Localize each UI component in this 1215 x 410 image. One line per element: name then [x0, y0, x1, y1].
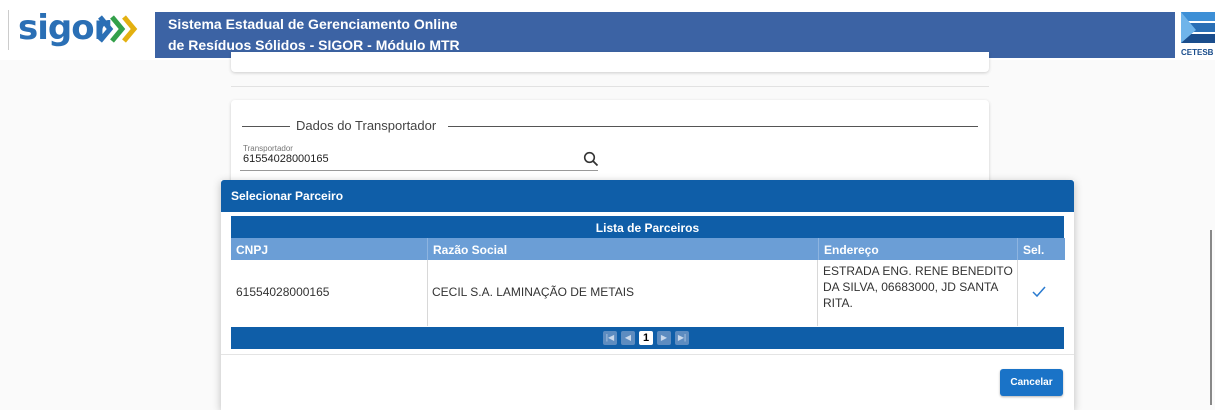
next-page-icon[interactable]: ▶ — [657, 331, 671, 345]
transportador-field-label: Transportador — [243, 144, 293, 153]
dialog-footer-divider — [221, 354, 1074, 355]
section-divider — [231, 86, 989, 87]
cell-cnpj: 61554028000165 — [231, 260, 428, 326]
cell-endereco: ESTRADA ENG. RENE BENEDITO DA SILVA, 066… — [818, 260, 1018, 326]
razao-social-value: CECIL S.A. LAMINAÇÃO DE METAIS — [432, 285, 635, 299]
logo-divider — [8, 10, 9, 50]
cell-razao-social: CECIL S.A. LAMINAÇÃO DE METAIS — [427, 260, 818, 326]
column-header-cnpj[interactable]: CNPJ — [231, 238, 427, 260]
legend-line-right — [448, 126, 978, 127]
column-header-label: Endereço — [824, 243, 879, 257]
endereco-line: DA SILVA, 06683000, JD SANTA — [823, 280, 999, 294]
partner-list-title-bar: Lista de Parceiros — [231, 216, 1064, 238]
column-header-label: CNPJ — [236, 243, 269, 257]
cancel-button[interactable]: Cancelar — [1000, 369, 1063, 396]
cetesb-logo-text: CETESB — [1181, 48, 1214, 57]
transportador-legend: Dados do Transportador — [296, 118, 437, 133]
column-header-razao-social[interactable]: Razão Social — [427, 238, 818, 260]
check-icon[interactable] — [1032, 286, 1046, 298]
scrollbar[interactable] — [1210, 230, 1212, 405]
chevrons-logo-icon — [98, 15, 138, 43]
legend-line-left — [242, 126, 290, 127]
endereco-line: RITA. — [823, 296, 853, 310]
pagination-bar: |◀ ◀ 1 ▶ ▶| — [231, 327, 1064, 349]
system-title: Sistema Estadual de Gerenciamento Online… — [168, 14, 460, 56]
column-header-label: Sel. — [1023, 243, 1045, 257]
prev-page-icon[interactable]: ◀ — [621, 331, 635, 345]
endereco-line: ESTRADA ENG. RENE BENEDITO — [823, 264, 1013, 278]
column-header-sel[interactable]: Sel. — [1017, 238, 1065, 260]
transportador-card — [231, 100, 989, 190]
cell-select[interactable] — [1017, 260, 1064, 326]
column-header-label: Razão Social — [433, 243, 508, 257]
current-page[interactable]: 1 — [639, 331, 653, 345]
table-row[interactable]: 61554028000165 CECIL S.A. LAMINAÇÃO DE M… — [231, 260, 1064, 326]
dialog-title: Selecionar Parceiro — [231, 189, 344, 203]
first-page-icon[interactable]: |◀ — [603, 331, 617, 345]
endereco-value: ESTRADA ENG. RENE BENEDITO DA SILVA, 066… — [823, 263, 1013, 311]
partner-list-title: Lista de Parceiros — [595, 221, 700, 235]
column-header-endereco[interactable]: Endereço — [818, 238, 1018, 260]
transportador-field[interactable]: 61554028000165 — [243, 153, 329, 165]
previous-section-card — [231, 52, 989, 72]
select-partner-dialog: Selecionar Parceiro Lista de Parceiros C… — [221, 180, 1074, 410]
transportador-field-underline — [240, 170, 598, 171]
cnpj-value: 61554028000165 — [236, 285, 330, 299]
system-title-line1: Sistema Estadual de Gerenciamento Online — [168, 16, 458, 32]
app-header: sigor Sistema Estadual de Gerenciamento … — [0, 0, 1215, 60]
last-page-icon[interactable]: ▶| — [675, 331, 689, 345]
dialog-header: Selecionar Parceiro — [221, 180, 1074, 212]
search-icon[interactable] — [583, 151, 599, 167]
sigor-logo: sigor — [0, 0, 155, 60]
